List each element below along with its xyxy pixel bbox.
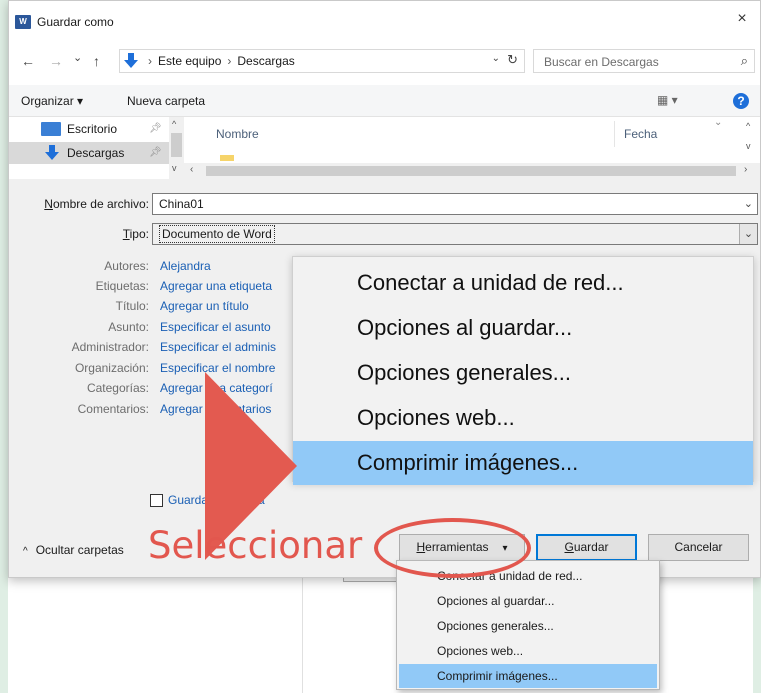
tools-menu-zoomed: Conectar a unidad de red... Opciones al … [292, 256, 754, 485]
scroll-left-icon[interactable]: ‹ [190, 164, 193, 175]
meta-label-titulo: Título: [115, 299, 149, 313]
thumbnail-checkbox[interactable] [150, 494, 163, 507]
meta-value-titulo[interactable]: Agregar un título [160, 299, 249, 313]
file-list-horizontal-scrollbar[interactable]: ‹ › [184, 163, 760, 179]
scroll-up-icon[interactable]: ^ [746, 121, 750, 131]
scrollbar-thumb[interactable] [171, 133, 182, 157]
back-arrow-icon[interactable]: ← [21, 53, 35, 69]
filename-value: China01 [159, 197, 204, 211]
view-options-icon[interactable]: ▦ ▾ [657, 93, 678, 107]
menu-item-connect-network-drive[interactable]: Conectar a unidad de red... [293, 261, 753, 305]
meta-label-organizacion: Organización: [74, 361, 149, 375]
pin-icon[interactable]: 📌︎ [149, 147, 162, 158]
desktop-folder-icon [41, 122, 61, 136]
meta-value-autores[interactable]: Alejandra [160, 259, 211, 273]
meta-label-asunto: Asunto: [108, 320, 149, 334]
breadcrumb: › Este equipo › Descargas [148, 54, 295, 68]
new-folder-button[interactable]: Nueva carpeta [127, 94, 205, 108]
type-label: Tipo: [122, 227, 149, 241]
meta-value-etiquetas[interactable]: Agregar una etiqueta [160, 279, 272, 293]
menu-item-compress-images[interactable]: Comprimir imágenes... [399, 664, 657, 688]
tools-dropdown-menu: Conectar a unidad de red... Opciones al … [396, 560, 660, 690]
chevron-down-icon[interactable]: ⌄ [739, 224, 757, 244]
address-bar[interactable]: › Este equipo › Descargas ⌄ ↻ [119, 49, 525, 73]
close-icon[interactable]: × [732, 9, 752, 29]
sidebar-item-label: Descargas [67, 146, 125, 160]
filename-input[interactable]: China01 ⌄ [152, 193, 758, 215]
menu-item-web-options[interactable]: Opciones web... [399, 639, 657, 663]
menu-item-general-options[interactable]: Opciones generales... [293, 351, 753, 395]
menu-item-web-options[interactable]: Opciones web... [293, 396, 753, 440]
cancel-button[interactable]: Cancelar [648, 534, 749, 561]
file-type-value: Documento de Word [159, 225, 275, 243]
column-header-fecha[interactable]: Fecha [624, 127, 657, 141]
scroll-down-icon[interactable]: v [172, 163, 177, 173]
sidebar-scrollbar[interactable]: ^ v [169, 117, 184, 179]
column-header-nombre[interactable]: Nombre [216, 127, 259, 141]
search-box[interactable]: Buscar en Descargas ⌕ [533, 49, 755, 73]
menu-item-save-options[interactable]: Opciones al guardar... [293, 306, 753, 350]
recent-locations-icon[interactable]: ⌄ [73, 51, 82, 64]
meta-value-administrador[interactable]: Especificar el adminis [160, 340, 276, 354]
menu-item-compress-images[interactable]: Comprimir imágenes... [293, 441, 753, 485]
hide-folders-toggle[interactable]: ^ Ocultar carpetas [23, 543, 124, 557]
menu-item-general-options[interactable]: Opciones generales... [399, 614, 657, 638]
scroll-right-icon[interactable]: › [744, 164, 747, 175]
navigation-pane: Escritorio 📌︎ Descargas 📌︎ [9, 117, 184, 179]
chevron-down-icon[interactable]: ⌄ [492, 53, 500, 64]
scroll-up-icon[interactable]: ^ [172, 119, 176, 129]
file-type-select[interactable]: Documento de Word ⌄ [152, 223, 758, 245]
meta-value-asunto[interactable]: Especificar el asunto [160, 320, 271, 334]
word-icon: W [15, 15, 31, 29]
scrollbar-thumb[interactable] [206, 166, 736, 176]
meta-label-etiquetas: Etiquetas: [95, 279, 149, 293]
chevron-up-icon: ^ [23, 546, 28, 557]
filename-label: Nombre de archivo: [44, 197, 149, 211]
meta-label-comentarios: Comentarios: [77, 402, 149, 416]
scroll-down-icon[interactable]: v [746, 141, 751, 151]
search-input[interactable]: Buscar en Descargas [544, 55, 659, 69]
help-icon[interactable]: ? [733, 93, 749, 109]
menu-item-save-options[interactable]: Opciones al guardar... [399, 589, 657, 613]
command-bar: Organizar ▾ Nueva carpeta ▦ ▾ ? [9, 85, 760, 117]
meta-label-categorias: Categorías: [86, 381, 149, 395]
breadcrumb-item-descargas[interactable]: Descargas [237, 54, 294, 68]
background-panel-left [8, 578, 303, 693]
annotation-label: Seleccionar [148, 524, 363, 567]
breadcrumb-item-este-equipo[interactable]: Este equipo [158, 54, 221, 68]
up-arrow-icon[interactable]: ↑ [93, 53, 100, 69]
forward-arrow-icon[interactable]: → [49, 53, 63, 69]
annotation-highlight-circle [374, 518, 531, 578]
organize-button[interactable]: Organizar ▾ [21, 94, 83, 108]
column-divider[interactable] [614, 121, 615, 147]
refresh-icon[interactable]: ↻ [507, 52, 518, 68]
pin-icon[interactable]: 📌︎ [149, 123, 162, 134]
chevron-down-icon[interactable]: ⌄ [744, 194, 753, 214]
meta-label-administrador: Administrador: [71, 340, 149, 354]
title-bar: W Guardar como × [9, 1, 760, 39]
meta-label-autores: Autores: [104, 259, 149, 273]
save-button[interactable]: Guardar [536, 534, 637, 561]
download-arrow-icon [124, 53, 138, 68]
download-arrow-icon [45, 145, 59, 160]
search-icon[interactable]: ⌕ [741, 53, 748, 69]
sidebar-item-descargas[interactable]: Descargas [9, 142, 169, 164]
sort-chevron-icon: ⌄ [714, 117, 723, 128]
window-title: Guardar como [37, 15, 114, 29]
folder-icon [220, 155, 234, 161]
